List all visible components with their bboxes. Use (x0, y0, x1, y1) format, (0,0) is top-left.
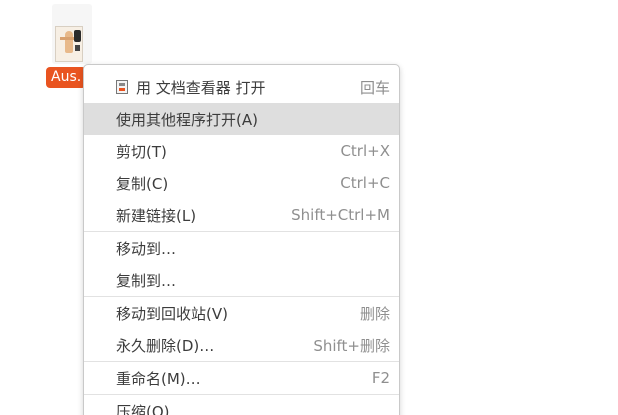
menu-item-accelerator: Ctrl+X (340, 142, 390, 160)
menu-item-accelerator: Shift+Ctrl+M (291, 206, 390, 224)
menu-item-label: 使用其他程序打开(A) (116, 110, 258, 129)
file-icon[interactable] (52, 4, 92, 64)
menu-item-label: 移动到… (116, 239, 177, 258)
file-name-label[interactable]: Aus. (46, 67, 87, 88)
menu-item-label: 重命名(M)… (116, 369, 201, 388)
desktop: Aus. 用 文档查看器 打开 回车 使用其他程序打开(A) 剪切(T) Ctr… (0, 0, 618, 415)
menu-item-label: 永久删除(D)… (116, 336, 215, 355)
menu-item-accelerator: Shift+删除 (313, 336, 390, 355)
menu-item-accelerator: 删除 (359, 304, 390, 323)
menu-item-copy-to[interactable]: 复制到… (84, 264, 399, 296)
thumbnail-dark-block (74, 30, 81, 42)
menu-item-label: 用 文档查看器 打开 (136, 78, 266, 97)
menu-item-accelerator: 回车 (359, 78, 390, 97)
menu-item-label: 新建链接(L) (116, 206, 197, 225)
menu-item-label: 复制(C) (116, 174, 169, 193)
menu-item-move-to[interactable]: 移动到… (84, 232, 399, 264)
menu-item-delete-permanently[interactable]: 永久删除(D)… Shift+删除 (84, 329, 399, 361)
menu-item-move-to-trash[interactable]: 移动到回收站(V) 删除 (84, 297, 399, 329)
menu-item-open-with-document-viewer[interactable]: 用 文档查看器 打开 回车 (84, 71, 399, 103)
thumbnail-figure (65, 31, 73, 53)
document-viewer-icon (116, 80, 128, 94)
menu-item-open-with-other-app[interactable]: 使用其他程序打开(A) (84, 103, 399, 135)
menu-item-rename[interactable]: 重命名(M)… F2 (84, 362, 399, 394)
context-menu: 用 文档查看器 打开 回车 使用其他程序打开(A) 剪切(T) Ctrl+X 复… (83, 64, 400, 415)
menu-item-make-link[interactable]: 新建链接(L) Shift+Ctrl+M (84, 199, 399, 231)
menu-item-label: 压缩(O)… (116, 402, 185, 415)
menu-item-compress[interactable]: 压缩(O)… (84, 395, 399, 415)
image-thumbnail-icon (55, 26, 83, 62)
menu-item-copy[interactable]: 复制(C) Ctrl+C (84, 167, 399, 199)
menu-item-cut[interactable]: 剪切(T) Ctrl+X (84, 135, 399, 167)
thumbnail-dark-block-small (75, 45, 80, 51)
menu-item-label: 移动到回收站(V) (116, 304, 228, 323)
menu-item-label: 剪切(T) (116, 142, 167, 161)
menu-item-accelerator: Ctrl+C (340, 174, 390, 192)
menu-item-accelerator: F2 (371, 369, 390, 387)
menu-item-label: 复制到… (116, 271, 177, 290)
